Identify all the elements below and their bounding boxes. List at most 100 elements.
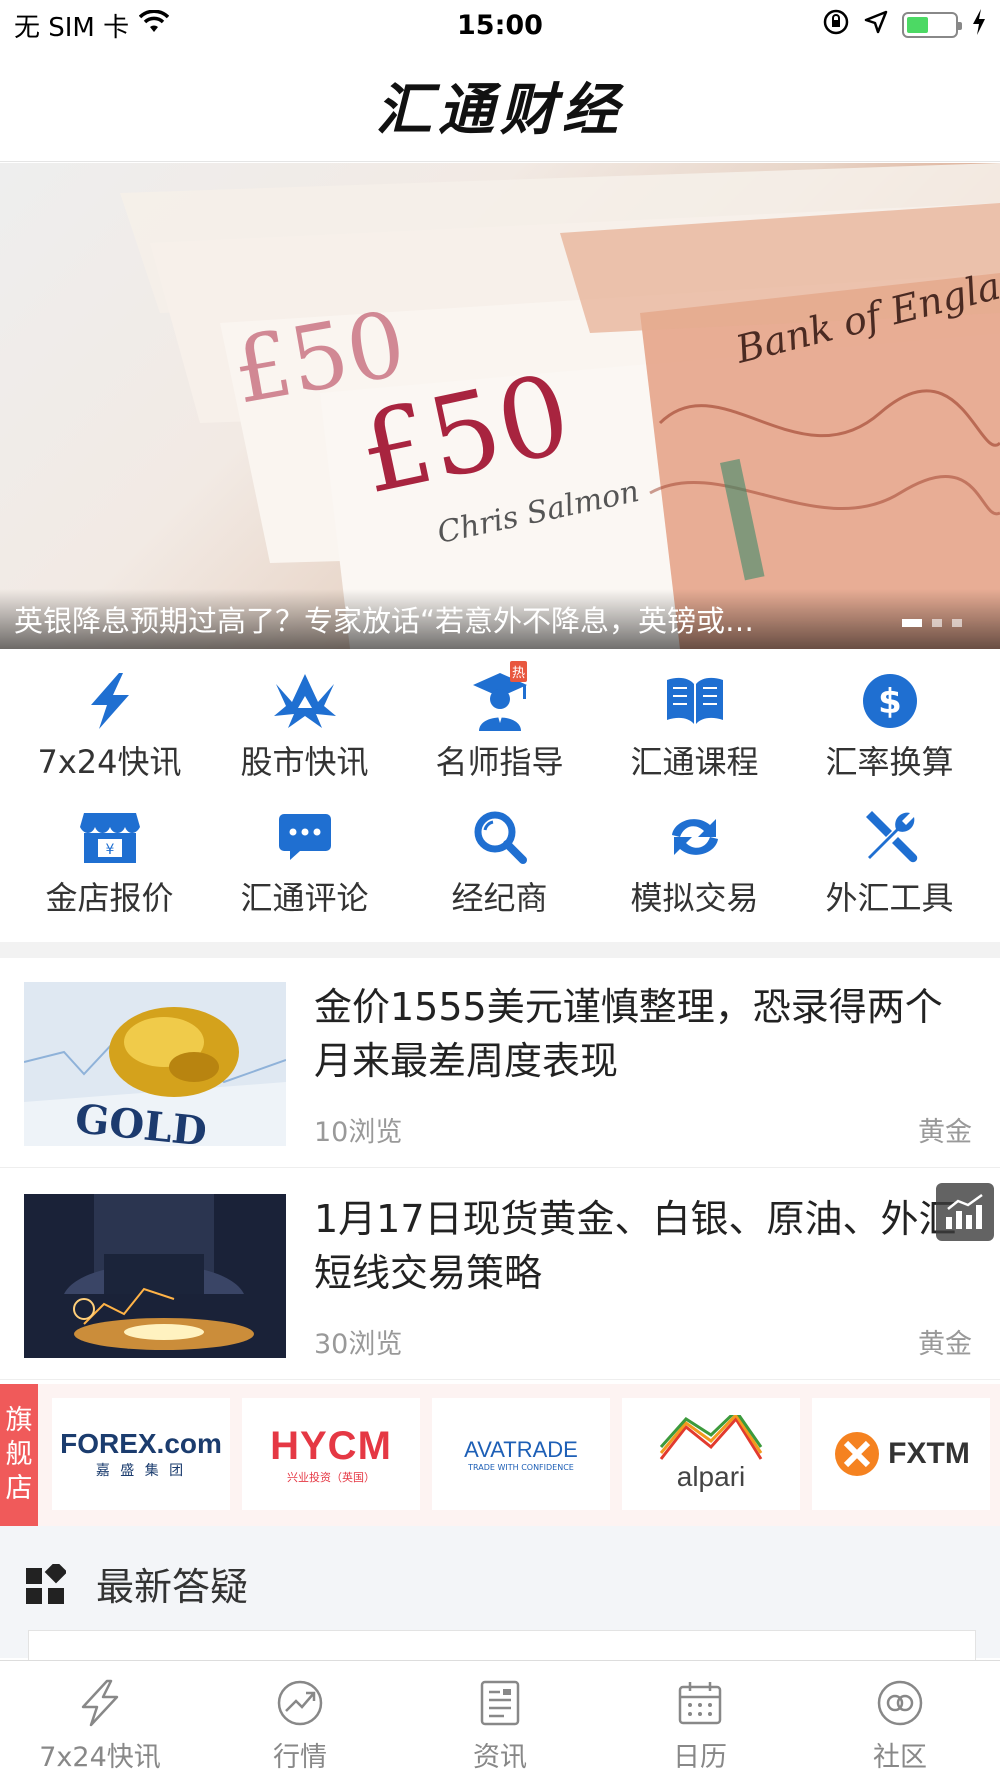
quick-item-label: 汇通评论 — [240, 879, 369, 917]
section-divider — [0, 942, 1000, 958]
quick-item-teacher[interactable]: 热 名师指导 — [402, 655, 597, 791]
quick-item-label: 汇通课程 — [630, 743, 759, 781]
qa-section: 最新答疑 — [0, 1526, 1000, 1670]
carousel-dot — [902, 619, 922, 627]
banknotes-image: Bank of England £50 £50 Chris Salmon — [120, 163, 1000, 649]
charging-icon — [972, 8, 986, 42]
news-tag: 黄金 — [918, 1117, 972, 1148]
brand-forex[interactable]: FOREX.com 嘉 盛 集 团 — [52, 1398, 230, 1510]
quick-item-label: 7x24快讯 — [37, 743, 182, 781]
app-header: 汇通财经 — [0, 50, 1000, 162]
quick-item-gold-shop[interactable]: ¥ 金店报价 — [12, 791, 207, 927]
flagship-tag-char: 舰 — [5, 1439, 33, 1470]
flagship-tag: 旗 舰 店 — [0, 1384, 38, 1526]
quick-item-label: 外汇工具 — [825, 879, 954, 917]
quick-item-label: 名师指导 — [435, 743, 564, 781]
dollar-icon: $ — [858, 669, 922, 733]
quick-item-courses[interactable]: 汇通课程 — [597, 655, 792, 791]
brand-fxtm[interactable]: FXTM — [812, 1398, 990, 1510]
news-title: 1月17日现货黄金、白银、原油、外汇短线交易策略 — [314, 1197, 957, 1295]
quick-item-brokers[interactable]: 经纪商 — [402, 791, 597, 927]
flagship-tag-char: 店 — [5, 1473, 33, 1504]
quick-item-label: 汇率换算 — [825, 743, 954, 781]
tools-icon — [858, 805, 922, 869]
quick-item-stock-news[interactable]: 股市快讯 — [207, 655, 402, 791]
quick-item-exchange-rate[interactable]: $ 汇率换算 — [792, 655, 987, 791]
lightning-outline-icon — [81, 1679, 119, 1727]
wifi-icon — [138, 9, 170, 41]
brand-name: alpari — [676, 1461, 746, 1492]
tab-community[interactable]: 社区 — [800, 1661, 1000, 1778]
tab-label: 7x24快讯 — [39, 1742, 161, 1773]
news-tag: 黄金 — [918, 1329, 972, 1360]
quick-item-fx-tools[interactable]: 外汇工具 — [792, 791, 987, 927]
tab-label: 日历 — [673, 1742, 727, 1773]
tab-label: 社区 — [873, 1742, 927, 1773]
news-thumbnail: GOLD — [24, 982, 286, 1146]
bottom-tab-bar: 7x24快讯 行情 资讯 日历 社区 — [0, 1660, 1000, 1778]
quick-item-label: 金店报价 — [45, 879, 174, 917]
location-icon — [864, 10, 888, 41]
battery-level — [906, 17, 928, 33]
tab-news[interactable]: 资讯 — [400, 1661, 600, 1778]
chart-icon — [946, 1193, 983, 1229]
gold-shop-icon: ¥ — [78, 805, 142, 869]
tab-flash-news[interactable]: 7x24快讯 — [0, 1661, 200, 1778]
tab-label: 行情 — [273, 1742, 327, 1773]
banner-caption-text: 英银降息预期过高了？专家放话“若意外不降息，英镑或… — [14, 604, 755, 638]
news-views: 10浏览 — [314, 1117, 403, 1148]
brand-avatrade[interactable]: AVATRADE TRADE WITH CONFIDENCE — [432, 1398, 610, 1510]
quick-item-flash-news[interactable]: 7x24快讯 — [12, 655, 207, 791]
tab-label: 资讯 — [473, 1742, 527, 1773]
refresh-icon — [663, 805, 727, 869]
floating-chart-button[interactable] — [936, 1183, 994, 1241]
fxtm-logo — [835, 1432, 880, 1476]
quick-item-comments[interactable]: 汇通评论 — [207, 791, 402, 927]
banner-caption: 英银降息预期过高了？专家放话“若意外不降息，英镑或… — [0, 589, 1000, 649]
app-title: 汇通财经 — [376, 77, 624, 143]
banner-carousel[interactable]: Bank of England £50 £50 Chris Salmon 英银降… — [0, 163, 1000, 649]
carousel-dot — [932, 619, 942, 627]
brand-sub: TRADE WITH CONFIDENCE — [468, 1462, 574, 1472]
alpari-logo — [659, 1415, 763, 1460]
calendar-icon — [678, 1682, 722, 1725]
search-icon — [468, 805, 532, 869]
status-bar: 无 SIM 卡 15:00 — [0, 0, 1000, 50]
carousel-dots — [902, 619, 962, 627]
news-thumbnail — [24, 1194, 286, 1358]
svg-text:$: $ — [878, 682, 902, 722]
news-title: 金价1555美元谨慎整理，恐录得两个月来最差周度表现 — [314, 985, 943, 1083]
brand-list: FOREX.com 嘉 盛 集 团 HYCM 兴业投资（英国） AVATRADE… — [52, 1398, 990, 1510]
battery-icon — [901, 12, 962, 38]
news-views: 30浏览 — [314, 1329, 403, 1360]
flagship-stores: 旗 舰 店 FOREX.com 嘉 盛 集 团 HYCM 兴业投资（英国） AV… — [0, 1384, 1000, 1526]
brand-name: FOREX.com — [60, 1428, 222, 1459]
book-icon — [663, 669, 727, 733]
quick-item-label: 股市快讯 — [240, 743, 369, 781]
lightning-icon — [78, 669, 142, 733]
brand-name: FXTM — [888, 1437, 970, 1470]
brand-name: HYCM — [270, 1423, 392, 1468]
news-item[interactable]: GOLD 金价1555美元谨慎整理，恐录得两个月来最差周度表现 10浏览 黄金 — [0, 958, 1000, 1168]
tab-calendar[interactable]: 日历 — [600, 1661, 800, 1778]
tab-market[interactable]: 行情 — [200, 1661, 400, 1778]
quick-item-label: 经纪商 — [451, 879, 548, 917]
brand-sub: 嘉 盛 集 团 — [95, 1463, 187, 1479]
comment-icon — [273, 805, 337, 869]
brand-hycm[interactable]: HYCM 兴业投资（英国） — [242, 1398, 420, 1510]
brand-name: AVATRADE — [464, 1436, 578, 1462]
svg-text:¥: ¥ — [105, 842, 114, 858]
qa-header: 最新答疑 — [26, 1556, 248, 1611]
carrier-label: 无 SIM 卡 — [14, 12, 130, 43]
grid-icon — [26, 1563, 66, 1604]
quick-item-demo-trade[interactable]: 模拟交易 — [597, 791, 792, 927]
quick-menu: 7x24快讯 股市快讯 热 名师指导 汇通课程 $ 汇率换算 ¥ 金店报价 汇通… — [0, 655, 1000, 940]
brand-alpari[interactable]: alpari — [622, 1398, 800, 1510]
hot-badge: 热 — [510, 661, 528, 682]
quick-item-label: 模拟交易 — [630, 879, 759, 917]
orientation-lock-icon — [822, 8, 850, 43]
news-item[interactable]: 1月17日现货黄金、白银、原油、外汇短线交易策略 30浏览 黄金 — [0, 1170, 1000, 1380]
status-right — [666, 8, 986, 43]
trend-icon — [277, 1680, 323, 1726]
news-icon — [480, 1680, 520, 1726]
